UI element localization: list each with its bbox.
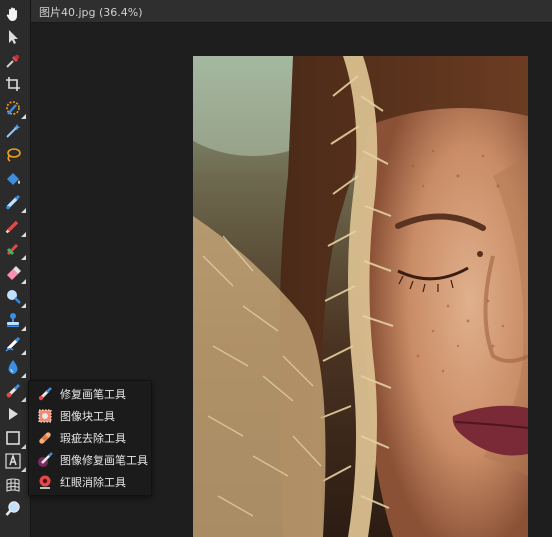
rectangle-tool-button[interactable] xyxy=(2,427,26,449)
view-tool-button[interactable] xyxy=(2,3,24,25)
magic-wand-tool-button[interactable] xyxy=(2,120,24,142)
flyout-item-blemish-removal[interactable]: 瑕疵去除工具 xyxy=(29,427,151,449)
hand-icon xyxy=(6,7,17,21)
bandage-brush-icon xyxy=(6,383,21,398)
text-tool-button[interactable] xyxy=(2,450,26,472)
portrait-photo xyxy=(193,56,528,537)
node-tool-button[interactable] xyxy=(2,403,24,425)
mixer-brush-icon xyxy=(6,243,19,256)
crop-icon xyxy=(6,77,20,91)
magnifier-icon xyxy=(5,501,20,516)
smudge-tool-button[interactable] xyxy=(2,333,26,355)
flyout-item-healing-brush[interactable]: 修复画笔工具 xyxy=(29,383,151,405)
flyout-item-label: 红眼消除工具 xyxy=(60,476,126,489)
pencil-tool-button[interactable] xyxy=(2,215,26,237)
red-eye-icon xyxy=(39,475,51,489)
flyout-item-label: 图像块工具 xyxy=(60,410,115,423)
lasso-icon xyxy=(7,148,21,162)
paint-mixer-tool-button[interactable] xyxy=(2,238,26,260)
flyout-item-label: 修复画笔工具 xyxy=(60,388,126,401)
lasso-tool-button[interactable] xyxy=(2,144,24,166)
healing-brush-icon xyxy=(38,387,52,401)
text-icon xyxy=(5,453,21,469)
bucket-icon xyxy=(7,173,20,185)
pencil-icon xyxy=(5,220,19,234)
mesh-warp-tool-button[interactable] xyxy=(2,474,24,496)
eraser-icon xyxy=(7,266,21,280)
stamp-icon xyxy=(7,313,19,327)
node-pointer-icon xyxy=(9,408,18,420)
healing-brush-tool-button[interactable] xyxy=(2,380,26,402)
flyout-item-patch[interactable]: 图像块工具 xyxy=(29,405,151,427)
erase-brush-tool-button[interactable] xyxy=(2,262,26,284)
selection-brush-icon xyxy=(6,101,20,115)
document-tab-title[interactable]: 图片40.jpg (36.4%) xyxy=(39,4,143,20)
inpainting-brush-icon xyxy=(38,452,53,467)
mesh-icon xyxy=(6,478,20,492)
dodge-icon xyxy=(7,290,21,304)
document-image[interactable] xyxy=(193,56,528,537)
dodge-tool-button[interactable] xyxy=(2,286,26,308)
smudge-icon xyxy=(5,336,21,352)
move-tool-button[interactable] xyxy=(2,26,24,48)
flyout-item-label: 瑕疵去除工具 xyxy=(60,432,126,445)
selection-brush-tool-button[interactable] xyxy=(2,97,26,119)
arrow-cursor-icon xyxy=(9,30,18,44)
blur-tool-button[interactable] xyxy=(2,356,26,378)
eyedropper-icon xyxy=(6,54,20,68)
paint-brush-tool-button[interactable] xyxy=(2,191,26,213)
patch-icon xyxy=(38,409,52,423)
document-tab-bar: 图片40.jpg (36.4%) xyxy=(31,0,552,23)
crop-tool-button[interactable] xyxy=(2,73,24,95)
flood-fill-tool-button[interactable] xyxy=(2,168,24,190)
flyout-item-red-eye-removal[interactable]: 红眼消除工具 xyxy=(29,471,151,493)
clone-tool-button[interactable] xyxy=(2,309,26,331)
rectangle-icon xyxy=(6,431,20,445)
color-picker-tool-button[interactable] xyxy=(2,50,24,72)
flyout-item-inpainting-brush[interactable]: 图像修复画笔工具 xyxy=(29,449,151,471)
flyout-item-label: 图像修复画笔工具 xyxy=(60,454,148,467)
brush-icon xyxy=(6,194,21,210)
bandage-icon xyxy=(39,432,51,444)
tools-panel xyxy=(0,0,31,537)
drop-icon xyxy=(8,360,18,374)
magic-wand-icon xyxy=(6,124,21,138)
zoom-tool-button[interactable] xyxy=(2,498,24,520)
healing-tools-flyout: 修复画笔工具 图像块工具 瑕疵去除工具 图像修复画笔工具 红眼消除工具 xyxy=(28,380,152,496)
